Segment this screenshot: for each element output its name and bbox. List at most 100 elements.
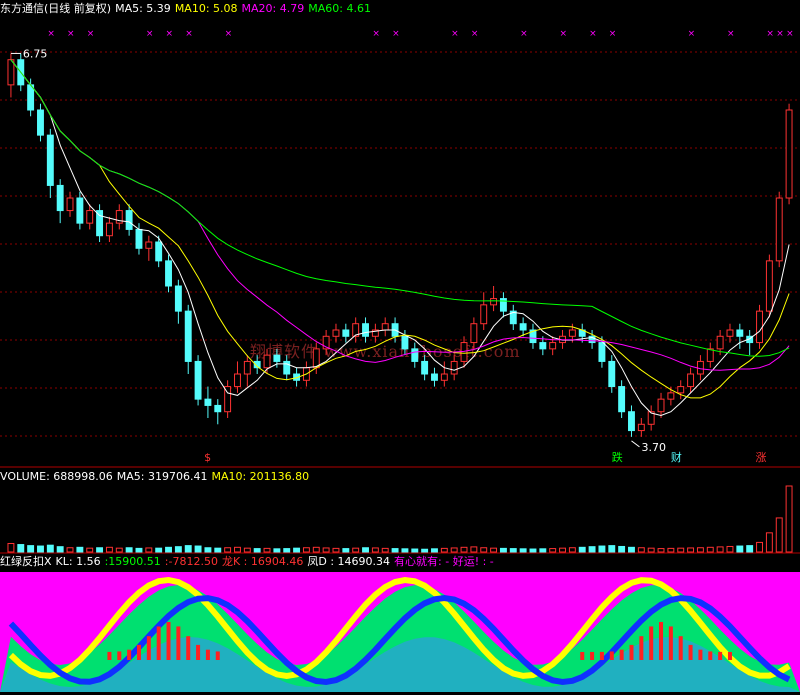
volume-bar: [27, 545, 35, 553]
volume-bar: [421, 548, 429, 553]
indicator-red-bar: [629, 644, 634, 660]
volume-bar: [637, 547, 645, 553]
candle-body: [125, 210, 133, 230]
volume-bar: [775, 517, 783, 553]
candle-body: [480, 304, 488, 325]
candle-body: [756, 310, 763, 344]
candle-body: [273, 354, 281, 362]
candle-body: [342, 329, 350, 337]
indicator-red-bar: [599, 651, 604, 660]
indicator-red-bar: [107, 651, 112, 660]
candle-body: [628, 411, 635, 432]
indicator-red-bar: [649, 626, 654, 660]
candle-body: [7, 59, 15, 86]
candle-body: [214, 404, 222, 413]
volume-bar: [460, 546, 468, 553]
volume-bar: [539, 548, 547, 553]
candle-body: [568, 329, 576, 337]
high-price-label: 6.75: [23, 47, 48, 60]
volume-bar: [105, 546, 113, 553]
candle-body: [411, 348, 419, 362]
candle-body: [440, 373, 448, 381]
volume-bar: [647, 547, 655, 553]
volume-bar: [37, 545, 44, 553]
volume-bar: [56, 546, 64, 553]
indicator-red-bar: [619, 649, 624, 660]
indicator-red-bar: [186, 636, 191, 660]
marker-die: 跌: [612, 450, 623, 464]
volume-bar: [96, 547, 104, 553]
candle-body: [657, 398, 665, 413]
candle-body: [27, 84, 35, 111]
candle-body: [76, 197, 84, 224]
volume-bar: [145, 547, 153, 553]
volume-bar: [204, 547, 212, 553]
volume-bar: [283, 548, 291, 553]
volume-bar: [499, 547, 507, 553]
candle-body: [421, 360, 429, 375]
signal-mark: ×: [392, 29, 400, 39]
volume-bar: [342, 548, 350, 553]
candle-body: [283, 360, 291, 375]
volume-bar: [194, 545, 202, 553]
volume-bar: [726, 545, 734, 553]
candle-body: [687, 373, 695, 388]
volume-bar: [302, 547, 310, 553]
volume-bar: [312, 546, 320, 553]
volume-bar: [253, 548, 261, 553]
indicator-red-bar: [668, 626, 673, 660]
indicator-red-bar: [659, 622, 664, 660]
signal-mark: ×: [166, 29, 174, 39]
marker-zhang: 涨: [756, 451, 767, 464]
volume-bar: [785, 485, 793, 553]
candle-body: [56, 184, 64, 212]
candle-body: [105, 222, 113, 237]
signal-mark: ×: [451, 29, 459, 39]
indicator-red-bar: [678, 636, 683, 660]
volume-bar: [431, 548, 438, 553]
candle-body: [667, 392, 675, 400]
signal-mark: ×: [146, 29, 154, 39]
indicator-red-bar: [205, 649, 210, 660]
candle-body: [184, 310, 192, 362]
indicator-red-bar: [580, 651, 585, 660]
volume-bar: [667, 547, 675, 553]
signal-mark: ×: [471, 29, 479, 39]
volume-bar: [578, 546, 586, 553]
signal-mark: ×: [609, 29, 617, 39]
volume-bar: [736, 545, 744, 553]
candle-body: [234, 373, 241, 388]
candle-body: [135, 228, 143, 249]
volume-bar: [125, 547, 133, 553]
candle-body: [174, 285, 182, 312]
volume-bar: [391, 548, 399, 553]
indicator-red-bar: [718, 651, 723, 660]
volume-bar: [86, 547, 94, 553]
candle-body: [726, 329, 734, 337]
volume-bar: [677, 547, 685, 553]
candle-body: [716, 335, 724, 350]
indicator-red-bar: [688, 644, 693, 660]
volume-bar: [559, 547, 566, 553]
indicator-red-bar: [127, 649, 132, 660]
candle-body: [539, 342, 547, 350]
candle-body: [450, 360, 458, 375]
volume-bar: [696, 547, 704, 553]
candle-body: [618, 386, 626, 413]
volume-bar: [115, 547, 123, 553]
volume-bar: [618, 545, 626, 553]
volume-bar: [184, 545, 192, 553]
volume-bar: [657, 548, 665, 553]
candle-body: [637, 423, 645, 432]
ma60-line: [10, 59, 790, 357]
signal-mark: ×: [688, 29, 696, 39]
candle-body: [490, 298, 498, 306]
signal-mark: ×: [786, 29, 794, 39]
volume-bar: [362, 547, 369, 553]
low-price-label: 3.70: [641, 441, 666, 454]
indicator-red-bar: [176, 626, 181, 660]
indicator-red-bar: [146, 636, 151, 660]
candle-body: [332, 329, 340, 337]
candle-body: [499, 298, 507, 312]
volume-bar: [174, 546, 182, 553]
